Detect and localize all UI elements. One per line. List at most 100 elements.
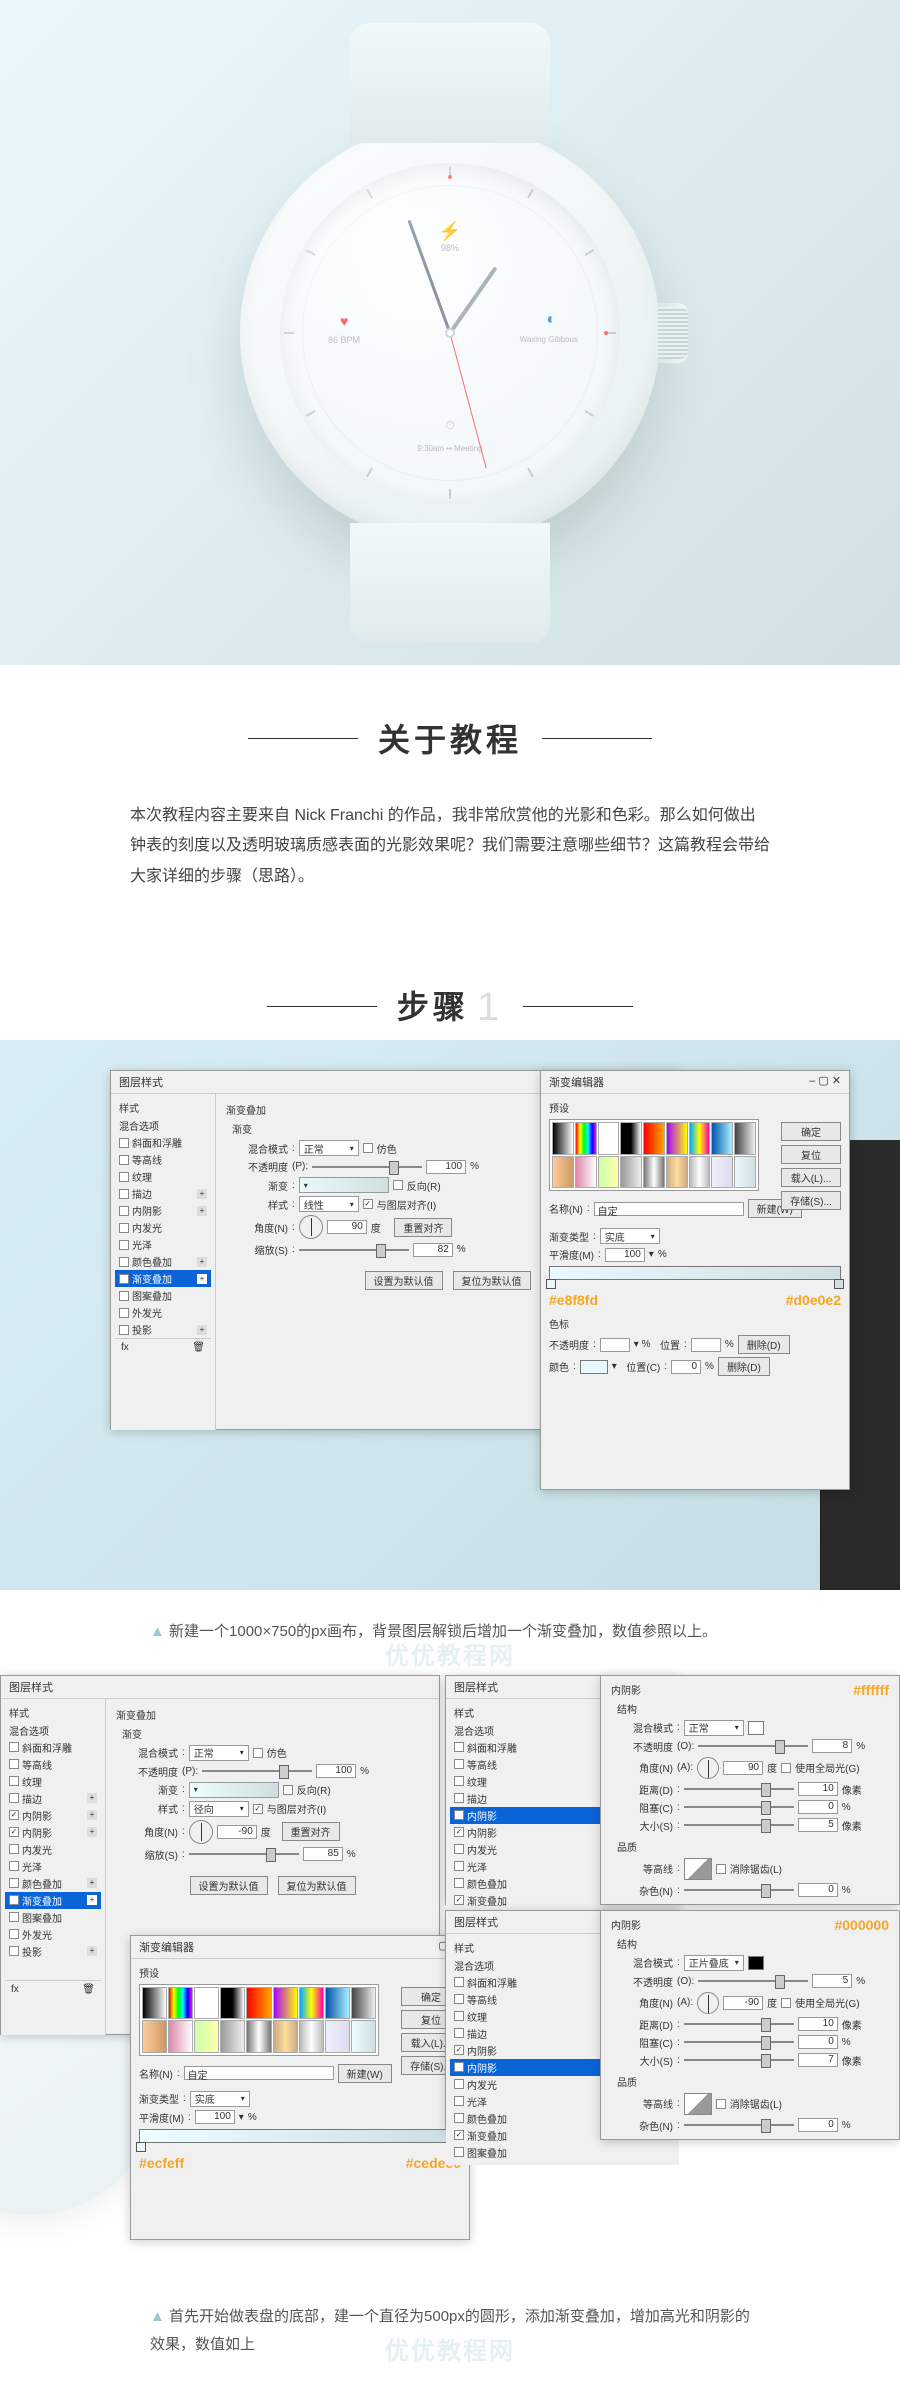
inner-shadow-item[interactable]: 内阴影+ xyxy=(115,1202,211,1219)
bolt-icon: ⚡ xyxy=(439,221,461,242)
gradient-editor-panel-2: 渐变编辑器▢ ✕ 确定 复位 载入(L)... 存储(S)... 预设 名称(N… xyxy=(130,1935,470,2240)
plus-icon[interactable]: + xyxy=(197,1325,207,1335)
tick xyxy=(449,489,451,499)
angle-input[interactable]: 90 xyxy=(327,1220,367,1234)
gradient-bar[interactable] xyxy=(549,1266,841,1280)
marker-3 xyxy=(604,331,608,335)
delete-button[interactable]: 删除(D) xyxy=(738,1335,790,1354)
steps-title: 步骤1 xyxy=(397,982,503,1030)
steps-heading: 步骤1 xyxy=(0,932,900,1040)
inner-shadow-panel-2: 内阴影 #000000 结构 混合模式:正片叠底 不透明度(O):5% 角度(N… xyxy=(600,1910,900,2140)
style-select[interactable]: 线性 xyxy=(299,1196,359,1212)
outer-glow-item[interactable]: 外发光 xyxy=(115,1304,211,1321)
clock-icon: ⏱ xyxy=(445,418,454,433)
color-swatch[interactable] xyxy=(580,1360,608,1374)
tick xyxy=(585,249,595,256)
delete-button[interactable]: 删除(D) xyxy=(718,1357,770,1376)
about-heading: 关于教程 xyxy=(0,665,900,771)
tick xyxy=(527,188,534,198)
reverse-check[interactable] xyxy=(393,1180,403,1190)
reset-align-button[interactable]: 重置对齐 xyxy=(394,1218,452,1237)
watch-crown xyxy=(658,303,688,363)
color-swatch[interactable] xyxy=(748,1721,764,1735)
name-input[interactable]: 自定 xyxy=(594,1202,744,1216)
battery-pct: 98% xyxy=(441,243,459,253)
hex-right: #d0e0e2 xyxy=(786,1292,841,1308)
plus-icon[interactable]: + xyxy=(197,1189,207,1199)
bpm-text: 86 BPM xyxy=(328,335,360,345)
style-label: 样式 xyxy=(226,1197,288,1212)
pattern-overlay-item[interactable]: 图案叠加 xyxy=(115,1287,211,1304)
hex-left: #ecfeff xyxy=(139,2155,184,2171)
opacity-slider[interactable] xyxy=(312,1166,422,1168)
meeting-text: 9:30am •• Meeting xyxy=(417,444,482,453)
tick xyxy=(366,467,373,477)
blend-mode-label: 混合模式 xyxy=(226,1141,288,1156)
contour-item[interactable]: 等高线 xyxy=(115,1151,211,1168)
plus-icon[interactable]: + xyxy=(197,1257,207,1267)
gradient-picker[interactable] xyxy=(299,1177,389,1193)
hero-watch-image: ⚡ 98% ♥ 86 BPM ◐ Waxing Gibbous ⏱ 9:30am… xyxy=(0,0,900,665)
inner-glow-item[interactable]: 内发光 xyxy=(115,1219,211,1236)
panel-title: 图层样式 xyxy=(119,1074,163,1090)
styles-header: 样式 xyxy=(115,1098,211,1117)
fx-footer: fx 🗑 xyxy=(115,1338,211,1356)
color-overlay-item[interactable]: 颜色叠加+ xyxy=(115,1253,211,1270)
hex-annotation-black: #000000 xyxy=(834,1917,889,1933)
heart-icon: ♥ xyxy=(340,313,348,329)
set-default-button[interactable]: 设置为默认值 xyxy=(365,1271,443,1290)
scale-input[interactable]: 82 xyxy=(413,1243,453,1257)
reverse-label: 反向(R) xyxy=(407,1178,441,1193)
tick xyxy=(306,410,316,417)
drop-shadow-item[interactable]: 投影+ xyxy=(115,1321,211,1338)
texture-item[interactable]: 纹理 xyxy=(115,1168,211,1185)
scale-slider[interactable] xyxy=(299,1249,409,1251)
style-list: 样式 混合选项 斜面和浮雕 等高线 纹理 描边+ 内阴影+ 内发光 光泽 颜色叠… xyxy=(111,1094,216,1430)
opacity-input[interactable]: 100 xyxy=(426,1160,466,1174)
dither-check[interactable] xyxy=(363,1143,373,1153)
plus-icon[interactable]: + xyxy=(197,1206,207,1216)
tick xyxy=(306,249,316,256)
align-check[interactable] xyxy=(363,1199,373,1209)
close-icon[interactable]: – ▢ ✕ xyxy=(809,1074,841,1090)
moon-text: Waxing Gibbous xyxy=(520,335,578,344)
save-button[interactable]: 存储(S)... xyxy=(781,1191,841,1210)
gradient-type-select[interactable]: 实底 xyxy=(600,1228,660,1244)
panel-title: 渐变编辑器 xyxy=(549,1074,604,1090)
preset-grid[interactable] xyxy=(549,1119,759,1191)
dither-label: 仿色 xyxy=(377,1141,397,1156)
marker-12 xyxy=(448,175,452,179)
ok-button[interactable]: 确定 xyxy=(781,1122,841,1141)
tick xyxy=(366,188,373,198)
plus-icon[interactable]: + xyxy=(197,1274,207,1284)
step-number: 1 xyxy=(477,985,503,1029)
about-title: 关于教程 xyxy=(378,715,522,761)
angle-label: 角度(N) xyxy=(226,1220,288,1235)
style-list: 样式 混合选项 斜面和浮雕 等高线 纹理 描边+ 内阴影+ 内阴影+ 内发光 光… xyxy=(1,1699,106,2035)
tick xyxy=(585,410,595,417)
caption-2: 首先开始做表盘的底部，建一个直径为500px的圆形，添加渐变叠加，增加高光和阴影… xyxy=(110,2303,790,2360)
color-swatch[interactable] xyxy=(748,1956,764,1970)
watch-strap-bottom xyxy=(350,523,550,643)
moon-icon: ◐ xyxy=(546,311,556,329)
satin-item[interactable]: 光泽 xyxy=(115,1236,211,1253)
watch-face: ⚡ 98% ♥ 86 BPM ◐ Waxing Gibbous ⏱ 9:30am… xyxy=(280,163,620,503)
blend-options-item[interactable]: 混合选项 xyxy=(115,1117,211,1134)
angle-dial[interactable] xyxy=(299,1215,323,1239)
bevel-item[interactable]: 斜面和浮雕 xyxy=(115,1134,211,1151)
load-button[interactable]: 载入(L)... xyxy=(781,1168,841,1187)
reset-default-button[interactable]: 复位为默认值 xyxy=(453,1271,531,1290)
presets-label: 预设 xyxy=(549,1100,759,1115)
hex-annotation-white: #ffffff xyxy=(853,1682,889,1698)
stroke-item[interactable]: 描边+ xyxy=(115,1185,211,1202)
align-label: 与图层对齐(I) xyxy=(377,1197,436,1212)
blend-mode-select[interactable]: 正常 xyxy=(299,1140,359,1156)
scale-label: 缩放(S) xyxy=(226,1242,288,1257)
cancel-button[interactable]: 复位 xyxy=(781,1145,841,1164)
smoothness-input[interactable]: 100 xyxy=(605,1248,645,1262)
gradient-label: 渐变 xyxy=(226,1178,288,1193)
gradient-overlay-item[interactable]: 渐变叠加+ xyxy=(115,1270,211,1287)
caption-1: 新建一个1000×750的px画布，背景图层解锁后增加一个渐变叠加，数值参照以上… xyxy=(110,1618,790,1647)
panel-title-bar: 渐变编辑器 – ▢ ✕ xyxy=(541,1071,849,1094)
gradient-annotation: #e8f8fd #d0e0e2 xyxy=(549,1292,841,1308)
